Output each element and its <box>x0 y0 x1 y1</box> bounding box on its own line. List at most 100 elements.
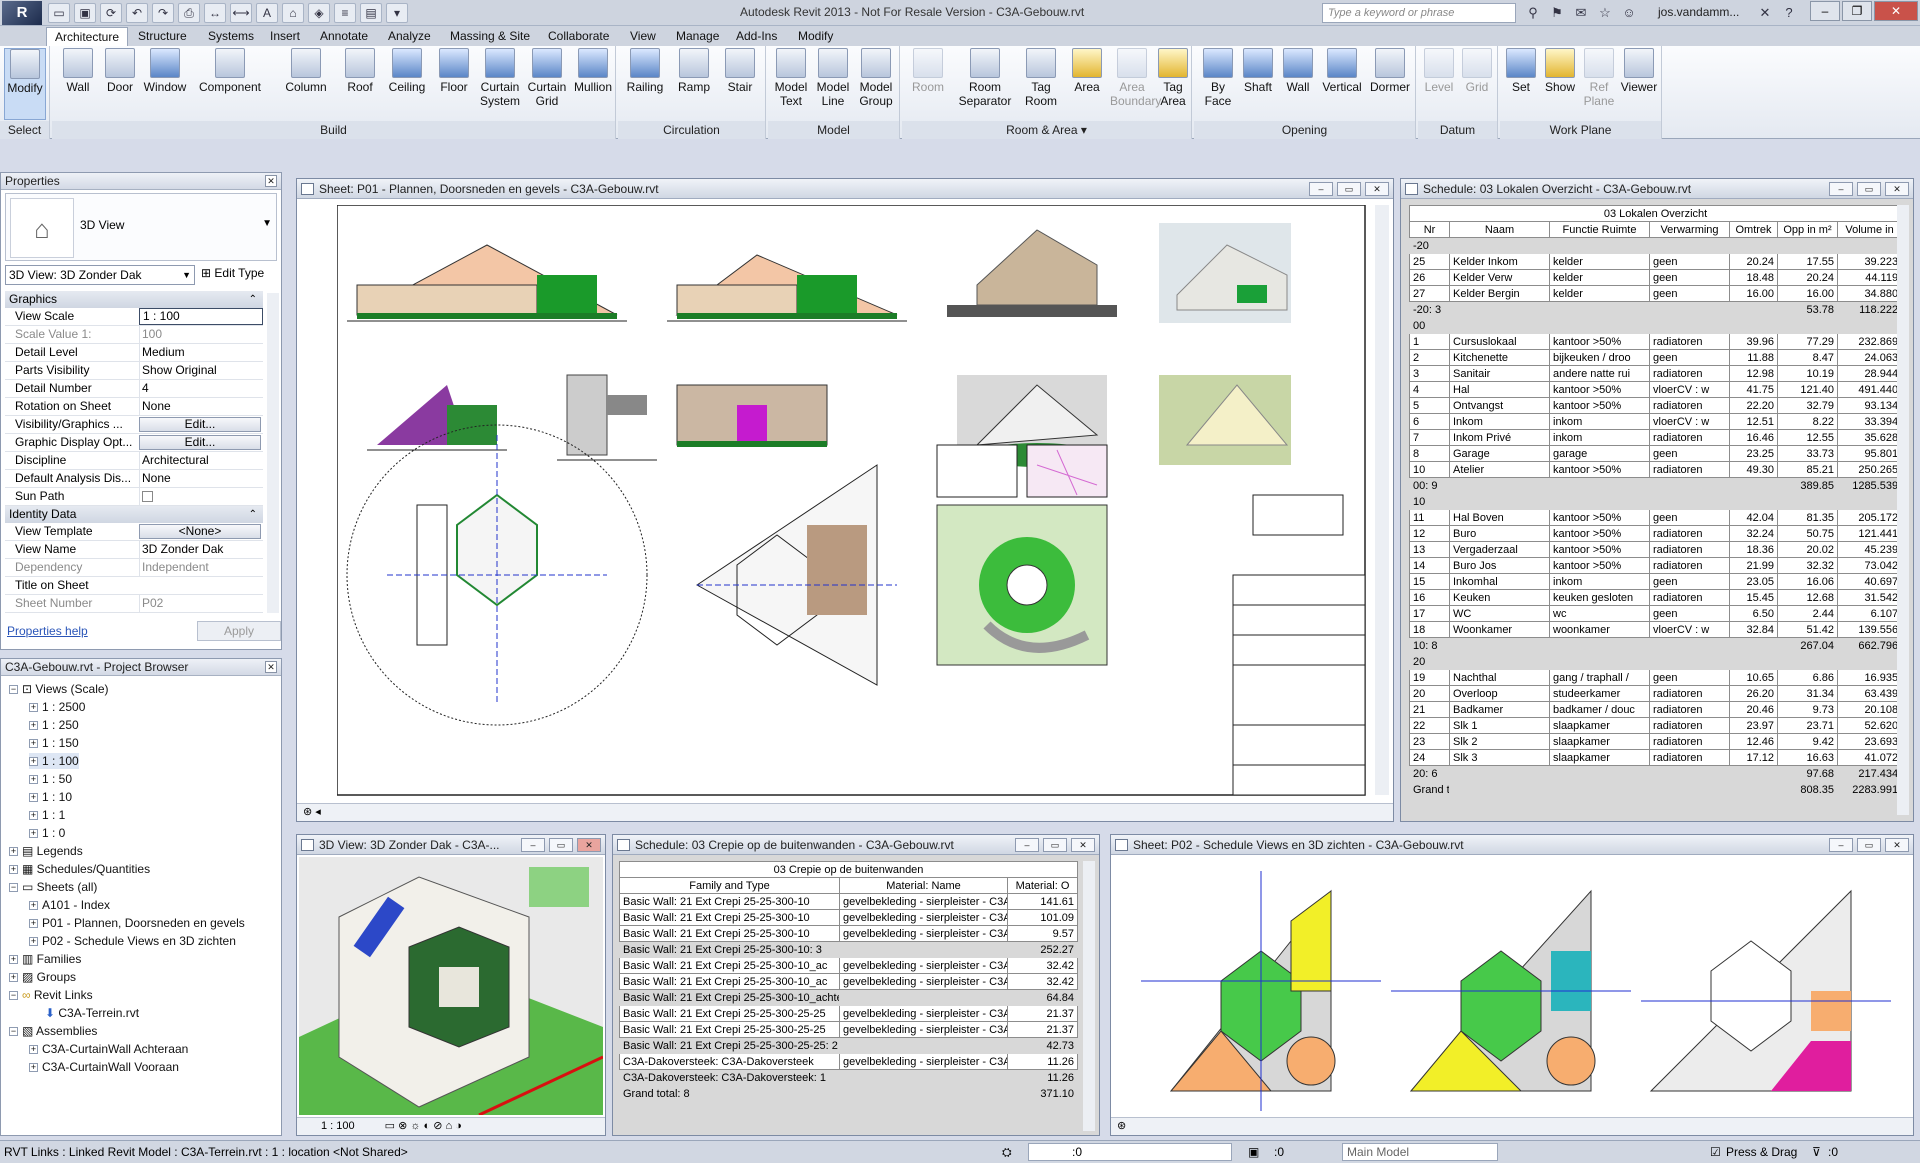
expand-icon[interactable]: + <box>29 811 38 821</box>
stair-button[interactable]: Stair <box>718 48 762 94</box>
tab-manage[interactable]: Manage <box>668 27 727 46</box>
expand-icon[interactable]: + <box>9 865 18 875</box>
prop-parts-visibility[interactable]: Parts Visibility Show Original <box>5 362 263 380</box>
tab-collaborate[interactable]: Collaborate <box>540 27 617 46</box>
table-row[interactable]: 12 Buro kantoor >50% radiatoren 32.24 50.75 12… <box>1409 525 1903 542</box>
close-icon[interactable]: ✕ <box>1885 182 1909 196</box>
col-family-type[interactable]: Family and Type <box>619 877 840 894</box>
tab-annotate[interactable]: Annotate <box>312 27 376 46</box>
subtotal-row[interactable]: Basic Wall: 21 Ext Crepi 25-25-300-10: 3… <box>619 941 1078 958</box>
expand-icon[interactable]: + <box>9 973 18 983</box>
room-separator-button[interactable]: Room Separator <box>952 48 1018 108</box>
measure-icon[interactable]: ↔ <box>204 3 226 23</box>
graphic-display-edit-button[interactable]: Edit... <box>139 435 261 450</box>
shaft-button[interactable]: Shaft <box>1238 48 1278 94</box>
3d-view-icon[interactable]: ⌂ <box>282 3 304 23</box>
sheet-p01-vscroll[interactable] <box>1375 205 1389 795</box>
col-verwarming[interactable]: Verwarming <box>1649 221 1730 238</box>
lokalen-table[interactable]: 03 Lokalen Overzicht Nr Naam Functie Rui… <box>1408 205 1903 798</box>
tab-add-ins[interactable]: Add-Ins <box>728 27 785 46</box>
table-row[interactable]: Basic Wall: 21 Ext Crepi 25-25-300-10 gev… <box>619 909 1078 926</box>
tab-architecture[interactable]: Architecture <box>46 27 129 46</box>
roof-button[interactable]: Roof <box>338 48 382 94</box>
group-header-row[interactable]: 10 <box>1408 493 1903 510</box>
sheet-p01-canvas[interactable] <box>337 205 1377 797</box>
table-row[interactable]: 21 Badkamer badkamer / douc radiatoren 20.46… <box>1409 701 1903 718</box>
table-row[interactable]: 2 Kitchenette bijkeuken / droo geen 11.88 8.4… <box>1409 349 1903 366</box>
steering-wheel-icon[interactable]: ⊛ <box>303 806 315 818</box>
curtain-system-button[interactable]: Curtain System <box>476 48 524 108</box>
tree-scale-250[interactable]: +1 : 250 <box>29 717 79 733</box>
filter-icon[interactable]: ⊽ <box>1812 1141 1821 1163</box>
help-icon[interactable]: ? <box>1780 3 1798 23</box>
tab-massing-site[interactable]: Massing & Site <box>442 27 538 46</box>
tree-scale-2500[interactable]: +1 : 2500 <box>29 699 85 715</box>
user-icon[interactable]: ☺ <box>1620 3 1638 23</box>
visibility-edit-button[interactable]: Edit... <box>139 417 261 432</box>
section-icon[interactable]: ◈ <box>308 3 330 23</box>
table-row[interactable]: Basic Wall: 21 Ext Crepi 25-25-300-10_ac… <box>619 973 1078 990</box>
show-button[interactable]: Show <box>1540 48 1580 94</box>
tab-insert[interactable]: Insert <box>262 27 308 46</box>
group-header-row[interactable]: -20 <box>1408 237 1903 254</box>
prop-value[interactable]: None <box>139 470 261 487</box>
prop-discipline[interactable]: Discipline Architectural <box>5 452 263 470</box>
railing-button[interactable]: Railing <box>622 48 668 94</box>
grid-button[interactable]: Grid <box>1458 48 1496 94</box>
maximize-icon[interactable]: ▭ <box>1857 182 1881 196</box>
ramp-button[interactable]: Ramp <box>672 48 716 94</box>
category-graphics[interactable]: Graphics ⌃ <box>5 291 263 308</box>
group-header-row[interactable]: 20 <box>1408 653 1903 670</box>
tab-modify[interactable]: Modify <box>790 27 841 46</box>
tree-scale-150[interactable]: +1 : 150 <box>29 735 79 751</box>
subtotal-row[interactable]: -20: 3 53.78 118.222 <box>1409 301 1903 318</box>
prop-value[interactable]: 3D Zonder Dak <box>139 541 261 558</box>
subtotal-row[interactable]: 10: 8 267.04 662.796 <box>1409 637 1903 654</box>
table-row[interactable]: 20 Overloop studeerkamer radiatoren 26.20 31.… <box>1409 685 1903 702</box>
table-row[interactable]: 3 Sanitair andere natte rui radiatoren 12.98… <box>1409 365 1903 382</box>
expand-icon[interactable]: + <box>29 901 38 911</box>
column-button[interactable]: Column <box>278 48 334 94</box>
redo-icon[interactable]: ↷ <box>152 3 174 23</box>
close-icon[interactable]: ✕ <box>1885 838 1909 852</box>
col-naam[interactable]: Naam <box>1449 221 1550 238</box>
ref-plane-button[interactable]: Ref Plane <box>1580 48 1618 108</box>
view-template-button[interactable]: <None> <box>139 524 261 539</box>
subtotal-row[interactable]: Grand total: 26 808.352283.991 <box>1409 781 1903 798</box>
chevron-down-icon[interactable]: ▼ <box>262 218 272 229</box>
search-icon[interactable]: ⚲ <box>1524 3 1542 23</box>
type-selector[interactable]: ⌂ 3D View ▼ <box>5 193 277 261</box>
tab-analyze[interactable]: Analyze <box>380 27 439 46</box>
area-button[interactable]: Area <box>1064 48 1110 94</box>
open-icon[interactable]: ▭ <box>48 3 70 23</box>
tree-revit-links[interactable]: − ∞ Revit Links <box>9 987 93 1003</box>
tree-curtainwall-achteraan[interactable]: + C3A-CurtainWall Achteraan <box>29 1041 188 1057</box>
group-label-room-area[interactable]: Room & Area ▾ <box>902 121 1191 139</box>
by-face-button[interactable]: By Face <box>1198 48 1238 108</box>
table-row[interactable]: 8 Garage garage geen 23.25 33.73 95.801 <box>1409 445 1903 462</box>
collapse-icon[interactable]: − <box>9 1027 18 1037</box>
worksets-icon[interactable]: ⛭ <box>1002 1141 1012 1163</box>
tab-systems[interactable]: Systems <box>200 27 262 46</box>
close-icon[interactable]: ✕ <box>1365 182 1389 196</box>
prop-value[interactable]: None <box>139 398 261 415</box>
expand-icon[interactable]: + <box>29 757 38 767</box>
expand-icon[interactable]: + <box>29 775 38 785</box>
col-functie[interactable]: Functie Ruimte <box>1549 221 1650 238</box>
component-button[interactable]: Component <box>192 48 268 94</box>
wall-opening-button[interactable]: Wall <box>1278 48 1318 94</box>
collapse-icon[interactable]: − <box>9 685 18 695</box>
table-row[interactable]: C3A-Dakoversteek: C3A-Dakoversteek gevelb… <box>619 1053 1078 1070</box>
expand-icon[interactable]: + <box>9 955 18 965</box>
mullion-button[interactable]: Mullion <box>570 48 616 94</box>
table-row[interactable]: 17 WC wc geen 6.50 2.44 6.107 <box>1409 605 1903 622</box>
maximize-icon[interactable]: ▭ <box>1043 838 1067 852</box>
expand-icon[interactable]: + <box>29 793 38 803</box>
tree-scale-50[interactable]: +1 : 50 <box>29 771 72 787</box>
subtotal-row[interactable]: 00: 9 389.85 1285.539 <box>1409 477 1903 494</box>
tree-scale-0[interactable]: +1 : 0 <box>29 825 65 841</box>
table-row[interactable]: 7 Inkom Privé inkom radiatoren 16.46 12.55 35.… <box>1409 429 1903 446</box>
close-icon[interactable]: ✕ <box>577 838 601 852</box>
model-line-button[interactable]: Model Line <box>812 48 854 108</box>
table-row[interactable]: 18 Woonkamer woonkamer vloerCV : w 32.84 51.4… <box>1409 621 1903 638</box>
